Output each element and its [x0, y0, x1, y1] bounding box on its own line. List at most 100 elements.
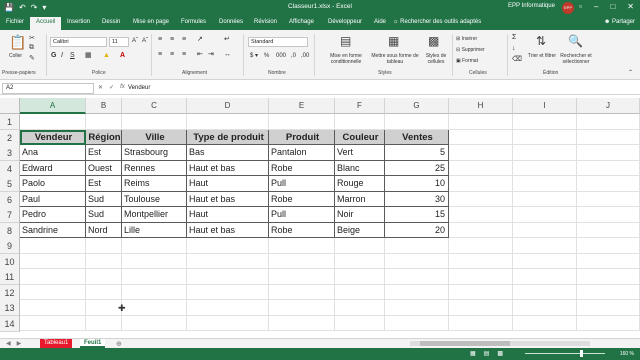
- format-table-label[interactable]: Mettre sous forme de tableau: [370, 53, 420, 65]
- avatar[interactable]: EPP: [562, 2, 574, 14]
- table-cell[interactable]: Bas: [187, 145, 269, 161]
- table-cell[interactable]: Sud: [86, 191, 122, 207]
- add-sheet-icon[interactable]: ⊕: [116, 340, 122, 348]
- format-button[interactable]: ▣ Format: [456, 58, 478, 64]
- table-cell[interactable]: Haut: [187, 207, 269, 223]
- empty-cell[interactable]: [269, 300, 335, 316]
- column-header-a[interactable]: A: [20, 98, 86, 114]
- table-header-cell[interactable]: Région: [86, 129, 122, 145]
- empty-cell[interactable]: [385, 315, 449, 331]
- table-cell[interactable]: Est: [86, 145, 122, 161]
- empty-cell[interactable]: [122, 253, 187, 269]
- row-header[interactable]: 11: [0, 269, 20, 285]
- empty-cell[interactable]: [513, 160, 577, 176]
- row-header[interactable]: 6: [0, 191, 20, 208]
- shrink-font-icon[interactable]: Aˇ: [142, 38, 148, 44]
- empty-cell[interactable]: [269, 315, 335, 331]
- tab-mise-en-page[interactable]: Mise en page: [133, 19, 169, 25]
- sheet-tab-tableau1[interactable]: Tableau1: [40, 339, 73, 348]
- empty-cell[interactable]: [449, 269, 513, 285]
- empty-cell[interactable]: [513, 238, 577, 254]
- increase-indent-icon[interactable]: ⇥: [208, 51, 214, 58]
- empty-cell[interactable]: [577, 145, 640, 161]
- row-header[interactable]: 2: [0, 129, 20, 146]
- table-header-cell[interactable]: Couleur: [335, 129, 385, 145]
- table-cell[interactable]: Pull: [269, 207, 335, 223]
- empty-cell[interactable]: [513, 222, 577, 238]
- format-table-icon[interactable]: ▦: [388, 34, 399, 48]
- fill-color-icon[interactable]: ▲: [103, 52, 110, 59]
- cancel-icon[interactable]: ✕: [98, 84, 103, 91]
- tab-developpeur[interactable]: Développeur: [328, 19, 362, 25]
- empty-cell[interactable]: [335, 284, 385, 300]
- empty-cell[interactable]: [513, 315, 577, 331]
- table-cell[interactable]: Blanc: [335, 160, 385, 176]
- table-cell[interactable]: Montpellier: [122, 207, 187, 223]
- empty-cell[interactable]: [86, 238, 122, 254]
- empty-cell[interactable]: [187, 284, 269, 300]
- decimal-increase-icon[interactable]: ,0: [291, 53, 296, 59]
- collapse-ribbon-icon[interactable]: ⌃: [628, 70, 633, 76]
- empty-cell[interactable]: [449, 315, 513, 331]
- empty-cell[interactable]: [187, 315, 269, 331]
- paste-icon[interactable]: 📋: [9, 34, 26, 51]
- empty-cell[interactable]: [577, 129, 640, 145]
- empty-cell[interactable]: [449, 207, 513, 223]
- empty-cell[interactable]: [269, 114, 335, 130]
- table-cell[interactable]: Pedro: [20, 207, 86, 223]
- table-cell[interactable]: Sud: [86, 207, 122, 223]
- table-cell[interactable]: Marron: [335, 191, 385, 207]
- empty-cell[interactable]: [449, 284, 513, 300]
- table-cell[interactable]: 10: [385, 176, 449, 192]
- zoom-slider-knob[interactable]: [580, 350, 583, 357]
- grow-font-icon[interactable]: Aˆ: [132, 38, 138, 44]
- empty-cell[interactable]: [86, 114, 122, 130]
- font-size-select[interactable]: 11: [109, 37, 129, 47]
- currency-icon[interactable]: $ ▾: [250, 53, 258, 59]
- empty-cell[interactable]: [513, 269, 577, 285]
- empty-cell[interactable]: [335, 114, 385, 130]
- empty-cell[interactable]: [269, 238, 335, 254]
- empty-cell[interactable]: [20, 253, 86, 269]
- merge-center-icon[interactable]: ↔: [224, 51, 231, 58]
- empty-cell[interactable]: [86, 300, 122, 316]
- column-header-e[interactable]: E: [269, 98, 335, 114]
- next-sheet-icon[interactable]: ▶: [17, 340, 22, 347]
- minimize-button[interactable]: –: [594, 2, 598, 11]
- tab-affichage[interactable]: Affichage: [289, 19, 314, 25]
- empty-cell[interactable]: [385, 284, 449, 300]
- empty-cell[interactable]: [122, 114, 187, 130]
- empty-cell[interactable]: [513, 300, 577, 316]
- empty-cell[interactable]: [122, 315, 187, 331]
- table-cell[interactable]: Robe: [269, 160, 335, 176]
- table-cell[interactable]: Reims: [122, 176, 187, 192]
- table-cell[interactable]: Est: [86, 176, 122, 192]
- find-select-icon[interactable]: 🔍: [568, 34, 583, 48]
- tab-fichier[interactable]: Fichier: [6, 19, 24, 25]
- table-cell[interactable]: Vert: [335, 145, 385, 161]
- fill-icon[interactable]: ↓: [512, 45, 516, 52]
- empty-cell[interactable]: [187, 238, 269, 254]
- empty-cell[interactable]: [513, 207, 577, 223]
- empty-cell[interactable]: [513, 176, 577, 192]
- wrap-text-icon[interactable]: ↵: [224, 36, 230, 43]
- table-cell[interactable]: Paul: [20, 191, 86, 207]
- empty-cell[interactable]: [335, 238, 385, 254]
- empty-cell[interactable]: [122, 300, 187, 316]
- maximize-button[interactable]: □: [610, 2, 615, 11]
- row-header[interactable]: 1: [0, 114, 20, 130]
- column-header-c[interactable]: C: [122, 98, 187, 114]
- column-header-f[interactable]: F: [335, 98, 385, 114]
- empty-cell[interactable]: [385, 253, 449, 269]
- format-painter-icon[interactable]: ✎: [29, 54, 35, 62]
- row-header[interactable]: 7: [0, 207, 20, 223]
- empty-cell[interactable]: [335, 315, 385, 331]
- tab-revision[interactable]: Révision: [254, 19, 277, 25]
- empty-cell[interactable]: [187, 253, 269, 269]
- conditional-format-icon[interactable]: ▤: [340, 34, 351, 48]
- enter-icon[interactable]: ✓: [109, 84, 114, 91]
- insert-button[interactable]: ⊞ Insérer: [456, 36, 477, 42]
- empty-cell[interactable]: [385, 114, 449, 130]
- user-name[interactable]: EPP Informatique: [508, 3, 555, 9]
- orientation-icon[interactable]: ↗: [197, 36, 203, 43]
